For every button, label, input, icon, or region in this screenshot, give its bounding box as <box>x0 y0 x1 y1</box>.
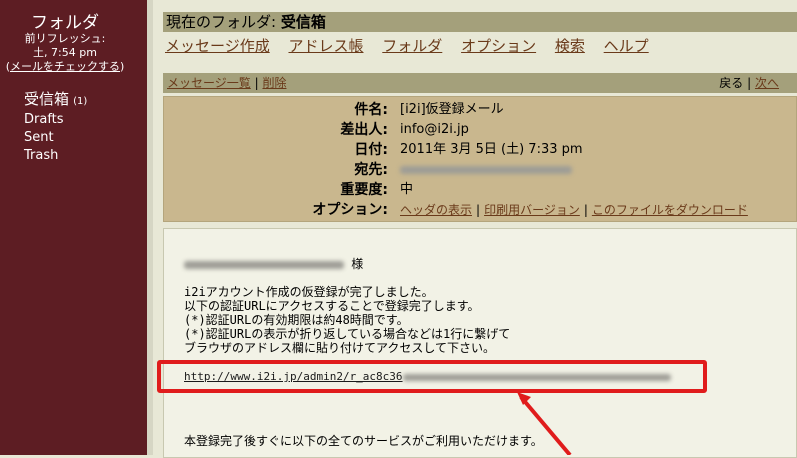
annotation-arrow-icon <box>517 392 572 455</box>
